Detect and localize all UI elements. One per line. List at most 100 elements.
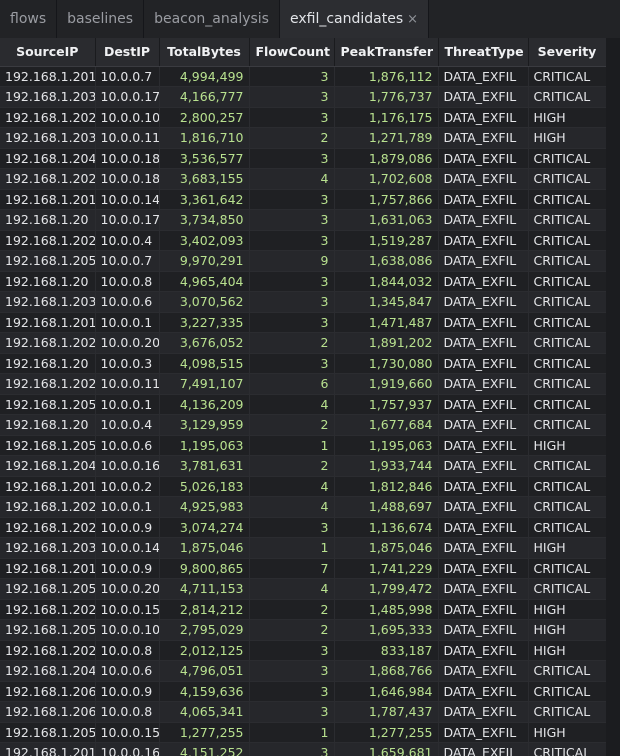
- cell-peaktransfer[interactable]: 1,844,032: [334, 271, 439, 292]
- cell-flowcount[interactable]: 3: [249, 107, 335, 128]
- cell-sourceip[interactable]: 192.168.1.204: [0, 148, 96, 169]
- cell-peaktransfer[interactable]: 1,136,674: [334, 517, 439, 538]
- cell-destip[interactable]: 10.0.0.15: [95, 722, 160, 743]
- cell-destip[interactable]: 10.0.0.9: [95, 558, 160, 579]
- cell-severity[interactable]: CRITICAL: [528, 742, 607, 756]
- table-row[interactable]: 192.168.1.20 10.0.0.17 3,734,850 3 1,631,063…: [0, 209, 607, 231]
- cell-threattype[interactable]: DATA_EXFIL: [438, 496, 529, 518]
- cell-destip[interactable]: 10.0.0.17: [95, 86, 160, 108]
- cell-flowcount[interactable]: 1: [249, 537, 335, 559]
- cell-peaktransfer[interactable]: 1,345,847: [334, 291, 439, 313]
- table-row[interactable]: 192.168.1.202 10.0.0.9 3,074,274 3 1,136,674…: [0, 517, 607, 538]
- cell-totalbytes[interactable]: 3,683,155: [159, 168, 250, 190]
- cell-flowcount[interactable]: 2: [249, 455, 335, 477]
- cell-destip[interactable]: 10.0.0.11: [95, 127, 160, 149]
- cell-threattype[interactable]: DATA_EXFIL: [438, 701, 529, 723]
- cell-totalbytes[interactable]: 4,796,051: [159, 660, 250, 682]
- cell-peaktransfer[interactable]: 1,812,846: [334, 476, 439, 497]
- cell-peaktransfer[interactable]: 1,919,660: [334, 373, 439, 395]
- cell-totalbytes[interactable]: 4,925,983: [159, 496, 250, 518]
- cell-totalbytes[interactable]: 5,026,183: [159, 476, 250, 497]
- cell-threattype[interactable]: DATA_EXFIL: [438, 476, 529, 497]
- cell-flowcount[interactable]: 3: [249, 209, 335, 231]
- table-row[interactable]: 192.168.1.203 10.0.0.17 4,166,777 3 1,776,73…: [0, 86, 607, 108]
- cell-severity[interactable]: CRITICAL: [528, 250, 607, 272]
- table-row[interactable]: 192.168.1.201 10.0.0.7 4,994,499 3 1,876,112…: [0, 66, 607, 87]
- cell-severity[interactable]: CRITICAL: [528, 681, 607, 702]
- table-row[interactable]: 192.168.1.203 10.0.0.11 1,816,710 2 1,271,78…: [0, 127, 607, 149]
- cell-severity[interactable]: CRITICAL: [528, 394, 607, 415]
- cell-severity[interactable]: CRITICAL: [528, 189, 607, 210]
- cell-destip[interactable]: 10.0.0.16: [95, 455, 160, 477]
- cell-peaktransfer[interactable]: 1,879,086: [334, 148, 439, 169]
- cell-flowcount[interactable]: 3: [249, 271, 335, 292]
- cell-sourceip[interactable]: 192.168.1.204: [0, 660, 96, 682]
- cell-sourceip[interactable]: 192.168.1.201: [0, 558, 96, 579]
- table-row[interactable]: 192.168.1.206 10.0.0.9 4,159,636 3 1,646,984…: [0, 681, 607, 702]
- table-row[interactable]: 192.168.1.202 10.0.0.11 7,491,107 6 1,919,66…: [0, 373, 607, 395]
- cell-destip[interactable]: 10.0.0.3: [95, 353, 160, 374]
- table-row[interactable]: 192.168.1.205 10.0.0.6 1,195,063 1 1,195,063…: [0, 435, 607, 456]
- cell-destip[interactable]: 10.0.0.18: [95, 148, 160, 169]
- cell-sourceip[interactable]: 192.168.1.203: [0, 86, 96, 108]
- cell-threattype[interactable]: DATA_EXFIL: [438, 86, 529, 108]
- cell-sourceip[interactable]: 192.168.1.203: [0, 127, 96, 149]
- column-header-sourceip[interactable]: SourceIP: [0, 38, 96, 67]
- cell-flowcount[interactable]: 6: [249, 373, 335, 395]
- cell-peaktransfer[interactable]: 1,488,697: [334, 496, 439, 518]
- cell-flowcount[interactable]: 3: [249, 148, 335, 169]
- cell-totalbytes[interactable]: 2,814,212: [159, 599, 250, 620]
- cell-destip[interactable]: 10.0.0.1: [95, 394, 160, 415]
- cell-totalbytes[interactable]: 3,361,642: [159, 189, 250, 210]
- table-row[interactable]: 192.168.1.204 10.0.0.6 4,796,051 3 1,868,766…: [0, 660, 607, 682]
- cell-destip[interactable]: 10.0.0.1: [95, 496, 160, 518]
- cell-flowcount[interactable]: 3: [249, 312, 335, 333]
- cell-peaktransfer[interactable]: 1,787,437: [334, 701, 439, 723]
- table-row[interactable]: 192.168.1.202 10.0.0.18 3,683,155 4 1,702,60…: [0, 168, 607, 190]
- column-header-threattype[interactable]: ThreatType: [438, 38, 529, 67]
- cell-sourceip[interactable]: 192.168.1.202: [0, 373, 96, 395]
- cell-destip[interactable]: 10.0.0.20: [95, 332, 160, 354]
- cell-totalbytes[interactable]: 4,166,777: [159, 86, 250, 108]
- column-header-peaktransfer[interactable]: PeakTransfer: [334, 38, 439, 67]
- cell-severity[interactable]: CRITICAL: [528, 230, 607, 251]
- cell-sourceip[interactable]: 192.168.1.202: [0, 517, 96, 538]
- cell-totalbytes[interactable]: 3,402,093: [159, 230, 250, 251]
- table-row[interactable]: 192.168.1.205 10.0.0.20 4,711,153 4 1,799,47…: [0, 578, 607, 600]
- cell-totalbytes[interactable]: 4,994,499: [159, 66, 250, 87]
- cell-flowcount[interactable]: 3: [249, 742, 335, 756]
- table-row[interactable]: 192.168.1.202 10.0.0.1 4,925,983 4 1,488,697…: [0, 496, 607, 518]
- cell-severity[interactable]: HIGH: [528, 107, 607, 128]
- cell-threattype[interactable]: DATA_EXFIL: [438, 660, 529, 682]
- cell-threattype[interactable]: DATA_EXFIL: [438, 209, 529, 231]
- cell-sourceip[interactable]: 192.168.1.206: [0, 681, 96, 702]
- cell-flowcount[interactable]: 4: [249, 578, 335, 600]
- cell-threattype[interactable]: DATA_EXFIL: [438, 332, 529, 354]
- cell-totalbytes[interactable]: 1,195,063: [159, 435, 250, 456]
- table-row[interactable]: 192.168.1.202 10.0.0.15 2,814,212 2 1,485,99…: [0, 599, 607, 620]
- cell-peaktransfer[interactable]: 1,659,681: [334, 742, 439, 756]
- cell-threattype[interactable]: DATA_EXFIL: [438, 414, 529, 436]
- cell-totalbytes[interactable]: 3,074,274: [159, 517, 250, 538]
- cell-totalbytes[interactable]: 3,227,335: [159, 312, 250, 333]
- cell-destip[interactable]: 10.0.0.15: [95, 599, 160, 620]
- cell-threattype[interactable]: DATA_EXFIL: [438, 558, 529, 579]
- cell-sourceip[interactable]: 192.168.1.202: [0, 496, 96, 518]
- cell-severity[interactable]: CRITICAL: [528, 353, 607, 374]
- cell-totalbytes[interactable]: 4,965,404: [159, 271, 250, 292]
- cell-threattype[interactable]: DATA_EXFIL: [438, 271, 529, 292]
- cell-severity[interactable]: CRITICAL: [528, 332, 607, 354]
- cell-flowcount[interactable]: 4: [249, 476, 335, 497]
- cell-severity[interactable]: CRITICAL: [528, 496, 607, 518]
- cell-severity[interactable]: CRITICAL: [528, 312, 607, 333]
- cell-destip[interactable]: 10.0.0.7: [95, 250, 160, 272]
- cell-severity[interactable]: CRITICAL: [528, 291, 607, 313]
- table-row[interactable]: 192.168.1.202 10.0.0.20 3,676,052 2 1,891,20…: [0, 332, 607, 354]
- table-row[interactable]: 192.168.1.201 10.0.0.2 5,026,183 4 1,812,846…: [0, 476, 607, 497]
- cell-flowcount[interactable]: 3: [249, 291, 335, 313]
- cell-sourceip[interactable]: 192.168.1.201: [0, 189, 96, 210]
- cell-threattype[interactable]: DATA_EXFIL: [438, 619, 529, 641]
- cell-threattype[interactable]: DATA_EXFIL: [438, 107, 529, 128]
- cell-sourceip[interactable]: 192.168.1.201: [0, 312, 96, 333]
- table-row[interactable]: 192.168.1.202 10.0.0.8 2,012,125 3 833,187 DA…: [0, 640, 607, 661]
